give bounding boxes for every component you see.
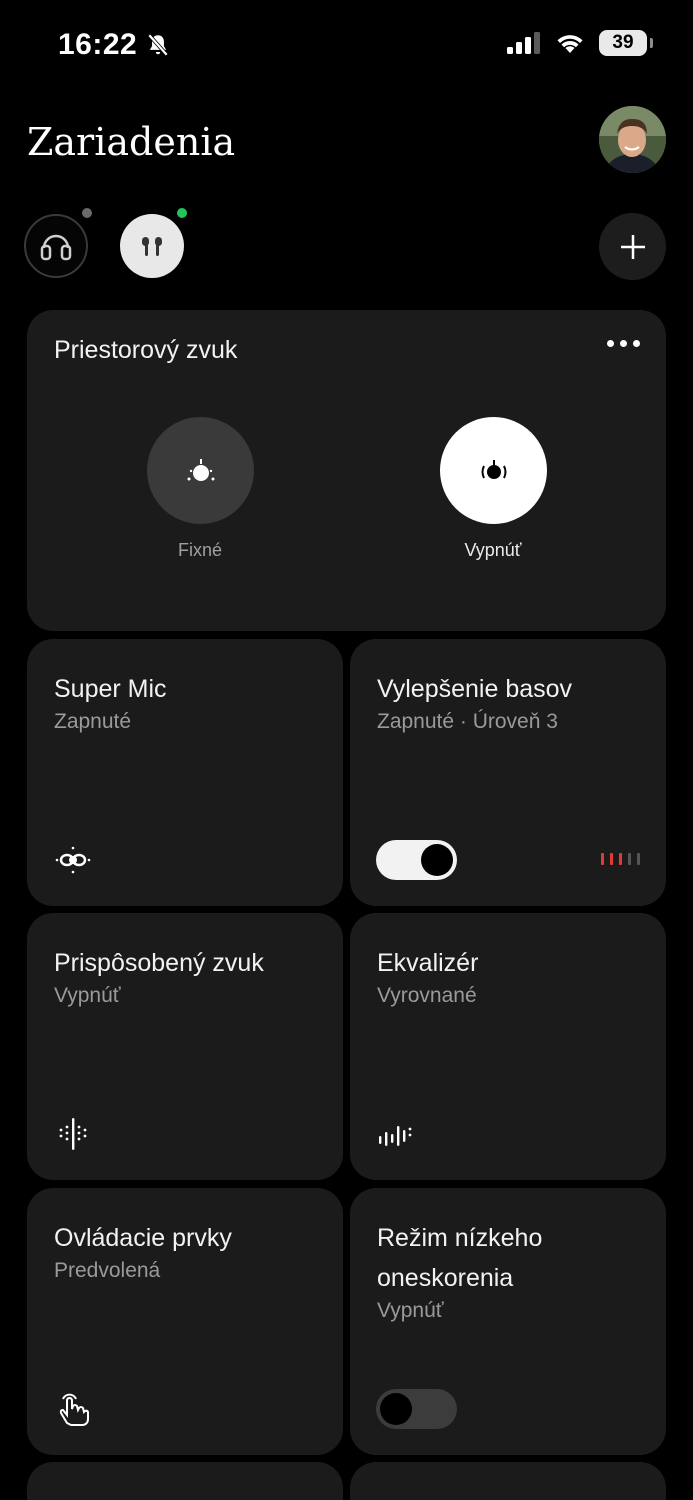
status-bar: 16:22 39	[0, 0, 693, 92]
adaptive-sound-card[interactable]: Prispôsobený zvuk Vypnúť	[27, 913, 343, 1180]
headphones-icon	[40, 234, 72, 261]
status-clock: 16:22	[58, 28, 138, 61]
bass-level-bar	[637, 853, 640, 865]
battery-level: 39	[612, 32, 634, 53]
equalizer-icon	[379, 1126, 412, 1146]
headphones-status-dot	[82, 208, 92, 218]
settings-card-partial[interactable]	[27, 1462, 343, 1500]
status-indicators: 39	[507, 30, 653, 56]
bass-enhancement-card[interactable]: Vylepšenie basov Zapnuté · Úroveň 3	[350, 639, 666, 906]
spatial-mode-off-button[interactable]	[440, 417, 547, 524]
avatar-image	[599, 106, 666, 173]
add-device-button[interactable]	[599, 213, 666, 280]
device-headphones[interactable]	[24, 214, 88, 278]
toggle-knob	[421, 844, 453, 876]
page-title: Zariadenia	[27, 120, 236, 164]
equalizer-card[interactable]: Ekvalizér Vyrovnané	[350, 913, 666, 1180]
bass-level-indicator	[601, 853, 640, 865]
low-latency-title-line1: Režim nízkeho	[377, 1224, 543, 1252]
battery-indicator: 39	[599, 30, 653, 56]
spatial-mode-fixed-label: Fixné	[177, 540, 222, 560]
spatial-mode-fixed-button[interactable]	[147, 417, 254, 524]
head-fixed-icon	[187, 458, 214, 481]
controls-status: Predvolená	[54, 1259, 161, 1282]
settings-card-partial[interactable]	[350, 1462, 666, 1500]
low-latency-card[interactable]: Režim nízkeho oneskorenia Vypnúť	[350, 1188, 666, 1455]
spatial-audio-title: Priestorový zvuk	[54, 336, 238, 364]
super-mic-status: Zapnuté	[54, 710, 132, 733]
spatial-audio-card: Priestorový zvuk Fixné Vypnúť	[27, 310, 666, 631]
bass-level-bar	[619, 853, 622, 865]
bass-level-bar	[610, 853, 613, 865]
spatial-mode-off-label: Vypnúť	[464, 540, 522, 560]
battery-tip	[650, 38, 653, 48]
more-options-button[interactable]	[607, 340, 640, 347]
bass-level-bar	[601, 853, 604, 865]
controls-card[interactable]: Ovládacie prvky Predvolená	[27, 1188, 343, 1455]
bass-enhancement-toggle[interactable]	[376, 840, 457, 880]
more-dot	[620, 340, 627, 347]
super-mic-icon	[55, 846, 91, 874]
wifi-icon	[557, 35, 583, 53]
controls-title: Ovládacie prvky	[54, 1224, 232, 1252]
bass-enhancement-title: Vylepšenie basov	[377, 675, 573, 703]
avatar[interactable]	[599, 106, 666, 173]
equalizer-title: Ekvalizér	[377, 949, 479, 977]
earbuds-icon	[142, 237, 162, 256]
more-dot	[607, 340, 614, 347]
bell-muted-icon	[148, 33, 169, 57]
earbuds-connected-dot	[177, 208, 187, 218]
adaptive-sound-status: Vypnúť	[54, 984, 121, 1007]
bass-enhancement-status: Zapnuté · Úroveň 3	[377, 710, 558, 733]
low-latency-status: Vypnúť	[377, 1299, 444, 1322]
equalizer-status: Vyrovnané	[377, 984, 477, 1007]
super-mic-card[interactable]: Super Mic Zapnuté	[27, 639, 343, 906]
device-earbuds[interactable]	[120, 214, 184, 278]
cellular-signal-icon	[507, 32, 540, 54]
adaptive-sound-icon	[59, 1118, 87, 1150]
more-dot	[633, 340, 640, 347]
super-mic-title: Super Mic	[54, 675, 167, 703]
toggle-knob	[380, 1393, 412, 1425]
adaptive-sound-title: Prispôsobený zvuk	[54, 949, 264, 977]
plus-icon	[620, 234, 645, 259]
status-time: 16:22	[58, 28, 171, 62]
bass-level-bar	[628, 853, 631, 865]
touch-gesture-icon	[59, 1393, 89, 1426]
head-off-icon	[481, 459, 506, 479]
low-latency-title-line2: oneskorenia	[377, 1264, 514, 1292]
low-latency-toggle[interactable]	[376, 1389, 457, 1429]
